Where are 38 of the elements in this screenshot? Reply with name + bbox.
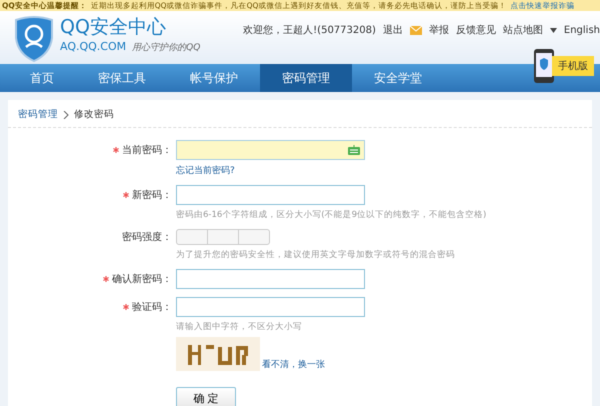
password-field[interactable]	[176, 297, 365, 317]
mobile-version-link[interactable]: 手机版	[552, 56, 594, 76]
password-field[interactable]	[176, 140, 365, 160]
logo-title: QQ安全中心	[60, 15, 167, 40]
nav-tab[interactable]: 首页	[8, 64, 76, 92]
shield-logo-icon	[14, 14, 54, 62]
password-field[interactable]	[176, 185, 365, 205]
field-label: 当前密码：	[122, 144, 172, 157]
language-link[interactable]: English	[564, 24, 600, 36]
slogan: 用心守护你的QQ	[132, 42, 200, 54]
submit-button[interactable]: 确 定	[176, 387, 236, 406]
breadcrumb-link[interactable]: 密码管理	[18, 108, 58, 121]
hint-text: 密码由6-16个字符组成，区分大小写(不能是9位以下的纯数字，不能包含空格)	[176, 210, 486, 220]
phone-icon[interactable]	[534, 49, 554, 83]
field-label: 密码强度：	[122, 230, 172, 244]
nav-tab[interactable]: 密码管理	[260, 64, 352, 92]
hint-text: 请输入图中字符，不区分大小写	[176, 322, 302, 332]
header-link[interactable]: 反馈意见	[456, 23, 496, 37]
nav-tab[interactable]: 密保工具	[76, 64, 168, 92]
nav-tab[interactable]: 帐号保护	[168, 64, 260, 92]
breadcrumb-current: 修改密码	[74, 108, 114, 121]
keyboard-icon[interactable]	[348, 145, 360, 155]
nav-tab[interactable]: 安全学堂	[352, 64, 444, 92]
header-link[interactable]: 举报	[428, 23, 449, 37]
caret-icon[interactable]	[550, 28, 557, 32]
field-label: 验证码：	[132, 301, 172, 314]
field-label: 新密码：	[132, 188, 172, 202]
sitemap-link[interactable]: 站点地图	[502, 23, 543, 37]
logout-link[interactable]: 退出	[382, 23, 403, 37]
forgot-password-link[interactable]: 忘记当前密码?	[176, 166, 235, 176]
chevron-icon	[63, 110, 69, 118]
password-field[interactable]	[176, 269, 365, 289]
logo-domain: AQ.QQ.COM	[60, 40, 126, 53]
hint-text: 为了提升您的密码安全性，建议使用英文字母加数字或符号的混合密码	[176, 250, 455, 260]
refresh-captcha-link[interactable]: 看不清，换一张	[262, 358, 325, 371]
welcome-text: 欢迎您，王超人!(50773208)	[243, 24, 376, 37]
mail-icon[interactable]	[410, 26, 422, 34]
field-label: 确认新密码：	[112, 272, 172, 286]
